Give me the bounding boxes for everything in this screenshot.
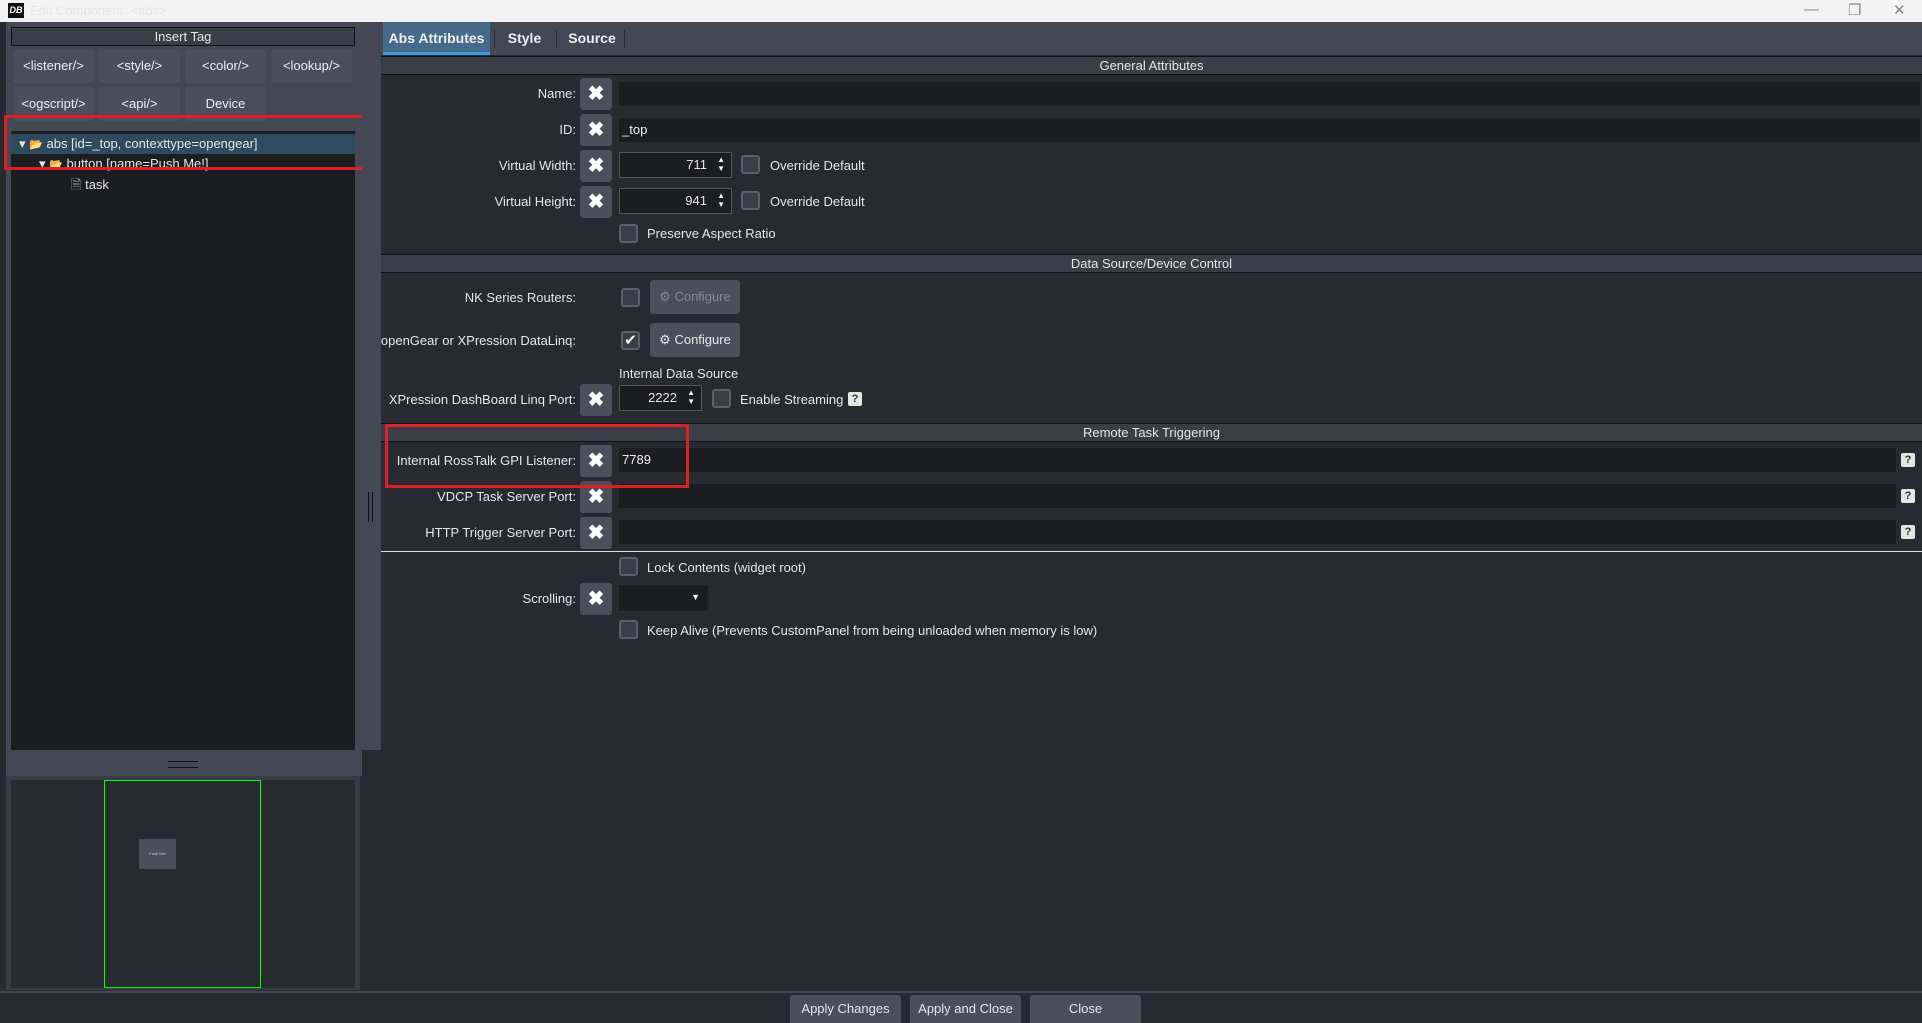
virtual-height-label: Virtual Height:	[494, 194, 576, 209]
xpression-port-spinner[interactable]: 2222 ▲ ▼	[619, 385, 702, 411]
help-icon[interactable]: ?	[1901, 453, 1915, 467]
configure-label: Configure	[674, 289, 731, 304]
configure-label: Configure	[674, 332, 731, 347]
gear-icon: ⚙	[659, 332, 671, 347]
enable-streaming-checkbox[interactable]	[712, 389, 731, 408]
clear-scrolling-button[interactable]: ✖	[580, 583, 612, 615]
lookup-tag-button[interactable]: <lookup/>	[271, 49, 352, 83]
insert-tag-header: Insert Tag	[11, 27, 355, 46]
lock-contents-checkbox[interactable]	[619, 557, 638, 576]
scrolling-label: Scrolling:	[522, 591, 576, 606]
check-icon: ✔	[624, 332, 637, 349]
style-tag-button[interactable]: <style/>	[99, 49, 180, 83]
opengear-checkbox[interactable]: ✔	[621, 331, 640, 350]
help-icon[interactable]: ?	[1901, 525, 1915, 539]
name-input[interactable]	[619, 82, 1920, 106]
vdcp-label: VDCP Task Server Port:	[437, 489, 576, 504]
tab-abs-attributes[interactable]: Abs Attributes	[383, 22, 490, 55]
clear-id-button[interactable]: ✖	[580, 114, 612, 146]
highlight-box	[385, 424, 689, 488]
tree-item-task[interactable]: 🗎 task	[11, 175, 355, 195]
clear-xpression-port-button[interactable]: ✖	[580, 384, 612, 416]
gear-icon: ⚙	[659, 289, 671, 304]
minimize-button[interactable]: —	[1804, 1, 1819, 18]
close-button[interactable]: Close	[1030, 995, 1141, 1023]
xpression-port-value: 2222	[648, 390, 677, 405]
spin-arrows-icon[interactable]: ▲ ▼	[717, 155, 725, 173]
override-height-checkbox[interactable]	[741, 191, 760, 210]
lock-contents-label: Lock Contents (widget root)	[647, 560, 806, 575]
tab-divider	[494, 30, 495, 48]
tree-item-label: task	[85, 177, 109, 192]
help-icon[interactable]: ?	[848, 392, 862, 406]
highlight-box	[4, 115, 369, 170]
preview-push-button: Push Me!	[139, 839, 176, 869]
apply-and-close-button[interactable]: Apply and Close	[910, 995, 1021, 1023]
tab-divider	[556, 30, 557, 48]
http-input[interactable]	[619, 520, 1896, 544]
tab-source[interactable]: Source	[560, 22, 624, 55]
keep-alive-label: Keep Alive (Prevents CustomPanel from be…	[647, 623, 1098, 638]
spin-arrows-icon[interactable]: ▲ ▼	[687, 388, 695, 406]
clear-virtual-height-button[interactable]: ✖	[580, 186, 612, 218]
preview-bounds	[104, 780, 261, 988]
xpression-port-label: XPression DashBoard Linq Port:	[388, 392, 576, 407]
vertical-splitter[interactable]	[362, 22, 381, 750]
data-source-header: Data Source/Device Control	[381, 254, 1922, 273]
preserve-aspect-label: Preserve Aspect Ratio	[647, 226, 776, 241]
virtual-width-spinner[interactable]: 711 ▲ ▼	[619, 152, 732, 178]
clear-name-button[interactable]: ✖	[580, 78, 612, 110]
clear-http-button[interactable]: ✖	[580, 517, 612, 549]
file-icon: 🗎	[71, 177, 82, 192]
virtual-height-value: 941	[685, 193, 707, 208]
virtual-width-value: 711	[686, 157, 707, 172]
general-attributes-header: General Attributes	[381, 56, 1922, 75]
window-title: Edit Component: <abs>	[30, 3, 167, 18]
help-icon[interactable]: ?	[1901, 489, 1915, 503]
nk-routers-label: NK Series Routers:	[464, 290, 576, 305]
component-tree	[11, 131, 355, 750]
apply-changes-button[interactable]: Apply Changes	[790, 995, 901, 1023]
nk-routers-checkbox[interactable]	[621, 288, 640, 307]
restore-button[interactable]: ❐	[1848, 1, 1861, 19]
internal-data-source-label: Internal Data Source	[619, 366, 739, 381]
clear-virtual-width-button[interactable]: ✖	[580, 150, 612, 182]
opengear-label: openGear or XPression DataLinq:	[380, 333, 576, 348]
title-bar	[0, 0, 1922, 22]
scrolling-dropdown[interactable]: ▼	[619, 585, 708, 611]
virtual-height-spinner[interactable]: 941 ▲ ▼	[619, 188, 732, 214]
opengear-configure-button[interactable]: ⚙ Configure	[650, 323, 740, 357]
tab-style[interactable]: Style	[497, 22, 552, 55]
divider	[381, 551, 1922, 552]
override-width-checkbox[interactable]	[741, 155, 760, 174]
http-label: HTTP Trigger Server Port:	[425, 525, 576, 540]
rosstalk-input[interactable]: 7789	[619, 448, 1896, 472]
override-width-label: Override Default	[770, 158, 865, 173]
override-height-label: Override Default	[770, 194, 865, 209]
keep-alive-checkbox[interactable]	[619, 620, 638, 639]
name-label: Name:	[537, 86, 576, 101]
app-logo: DB	[8, 3, 24, 18]
horizontal-splitter[interactable]	[6, 750, 362, 776]
listener-tag-button[interactable]: <listener/>	[13, 49, 94, 83]
color-tag-button[interactable]: <color/>	[185, 49, 266, 83]
chevron-down-icon: ▼	[691, 592, 700, 602]
vdcp-input[interactable]	[619, 484, 1896, 508]
id-label: ID:	[559, 122, 576, 137]
close-window-button[interactable]: ✕	[1893, 1, 1906, 19]
id-input[interactable]: _top	[619, 118, 1920, 142]
preserve-aspect-checkbox[interactable]	[619, 224, 638, 243]
virtual-width-label: Virtual Width:	[498, 158, 576, 173]
nk-configure-button[interactable]: ⚙ Configure	[650, 280, 740, 314]
spin-arrows-icon[interactable]: ▲ ▼	[717, 191, 725, 209]
enable-streaming-label: Enable Streaming	[740, 392, 844, 407]
tab-divider	[624, 30, 625, 48]
